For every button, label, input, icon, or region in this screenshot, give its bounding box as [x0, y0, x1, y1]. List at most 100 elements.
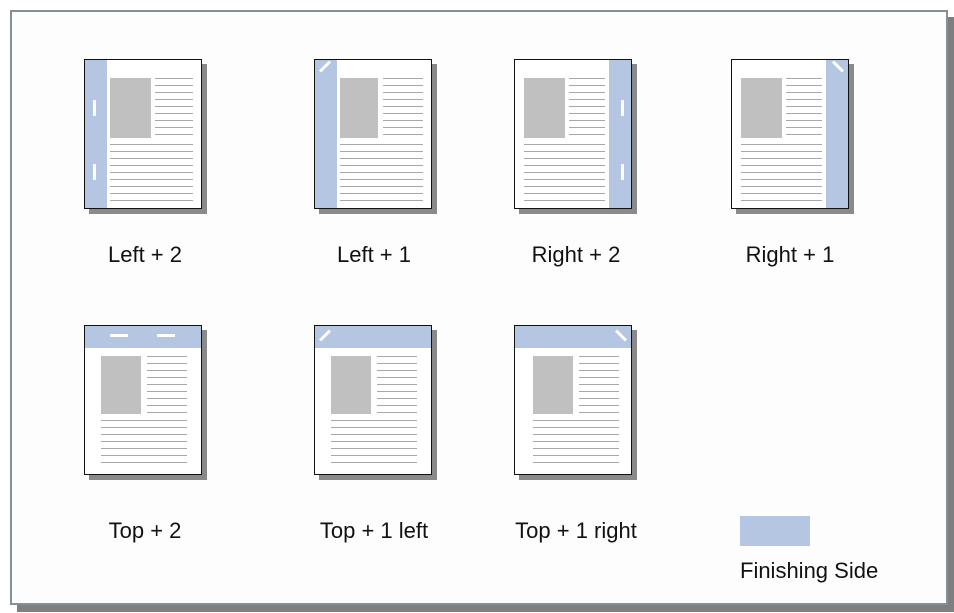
caption-left-1: Left + 1 — [336, 242, 411, 267]
text-line — [101, 462, 187, 463]
caption-right-1: Right + 1 — [745, 242, 835, 267]
image-block — [533, 356, 573, 414]
staple-mark — [157, 334, 175, 337]
text-lines — [569, 78, 605, 141]
page-icon-left-1 — [314, 59, 437, 214]
text-line — [147, 405, 187, 406]
text-line — [533, 462, 619, 463]
text-line — [579, 398, 619, 399]
text-line — [569, 127, 605, 128]
page-icon-top-2 — [84, 325, 207, 480]
page-icon-right-1 — [731, 59, 854, 214]
finishing-side-band — [315, 326, 431, 348]
text-line — [377, 356, 417, 357]
image-block — [741, 78, 782, 138]
text-line — [524, 200, 605, 201]
text-line — [147, 391, 187, 392]
page-icon-top-1-left — [314, 325, 437, 480]
text-line — [383, 78, 423, 79]
text-line — [524, 186, 605, 187]
text-line — [147, 370, 187, 371]
finishing-side-band — [85, 60, 107, 208]
image-block — [331, 356, 371, 414]
text-line — [569, 106, 605, 107]
text-line — [786, 120, 822, 121]
text-line — [383, 85, 423, 86]
text-line — [147, 363, 187, 364]
text-lines — [524, 144, 605, 207]
text-line — [377, 363, 417, 364]
staple-mark — [110, 334, 128, 337]
text-line — [579, 391, 619, 392]
text-lines — [110, 144, 193, 207]
text-lines — [331, 420, 417, 469]
text-line — [101, 427, 187, 428]
text-line — [533, 441, 619, 442]
text-line — [340, 151, 423, 152]
text-lines — [340, 144, 423, 207]
finishing-side-band — [609, 60, 631, 208]
text-line — [786, 85, 822, 86]
text-line — [110, 144, 193, 145]
text-line — [383, 120, 423, 121]
text-line — [110, 193, 193, 194]
text-line — [741, 158, 822, 159]
text-line — [110, 172, 193, 173]
text-line — [331, 441, 417, 442]
text-line — [101, 455, 187, 456]
text-line — [786, 113, 822, 114]
page-icon-right-2 — [514, 59, 637, 214]
text-line — [340, 193, 423, 194]
text-lines — [101, 420, 187, 469]
text-line — [524, 193, 605, 194]
text-line — [377, 384, 417, 385]
text-lines — [579, 356, 619, 419]
text-line — [110, 165, 193, 166]
text-line — [569, 85, 605, 86]
text-line — [533, 448, 619, 449]
text-line — [340, 200, 423, 201]
text-line — [533, 455, 619, 456]
text-line — [524, 158, 605, 159]
finishing-side-band — [515, 326, 631, 348]
text-line — [569, 92, 605, 93]
text-line — [741, 144, 822, 145]
text-line — [155, 85, 193, 86]
text-line — [110, 179, 193, 180]
text-line — [383, 99, 423, 100]
text-line — [579, 370, 619, 371]
text-line — [331, 455, 417, 456]
text-line — [579, 384, 619, 385]
text-line — [383, 92, 423, 93]
text-line — [569, 113, 605, 114]
text-lines — [155, 78, 193, 141]
text-line — [155, 99, 193, 100]
text-line — [579, 356, 619, 357]
legend-swatch — [740, 516, 810, 546]
text-line — [101, 434, 187, 435]
text-line — [377, 370, 417, 371]
text-line — [377, 377, 417, 378]
text-line — [147, 412, 187, 413]
finishing-side-band — [315, 60, 337, 208]
text-lines — [533, 420, 619, 469]
text-line — [155, 78, 193, 79]
text-line — [741, 186, 822, 187]
text-line — [155, 106, 193, 107]
text-line — [110, 158, 193, 159]
text-line — [155, 92, 193, 93]
text-line — [579, 405, 619, 406]
text-line — [524, 165, 605, 166]
text-line — [110, 151, 193, 152]
text-line — [101, 448, 187, 449]
text-lines — [383, 78, 423, 141]
legend-label: Finishing Side — [740, 558, 879, 583]
text-line — [741, 165, 822, 166]
image-block — [101, 356, 141, 414]
text-line — [147, 384, 187, 385]
text-line — [110, 200, 193, 201]
text-line — [101, 441, 187, 442]
text-line — [155, 120, 193, 121]
text-line — [569, 99, 605, 100]
text-line — [155, 127, 193, 128]
